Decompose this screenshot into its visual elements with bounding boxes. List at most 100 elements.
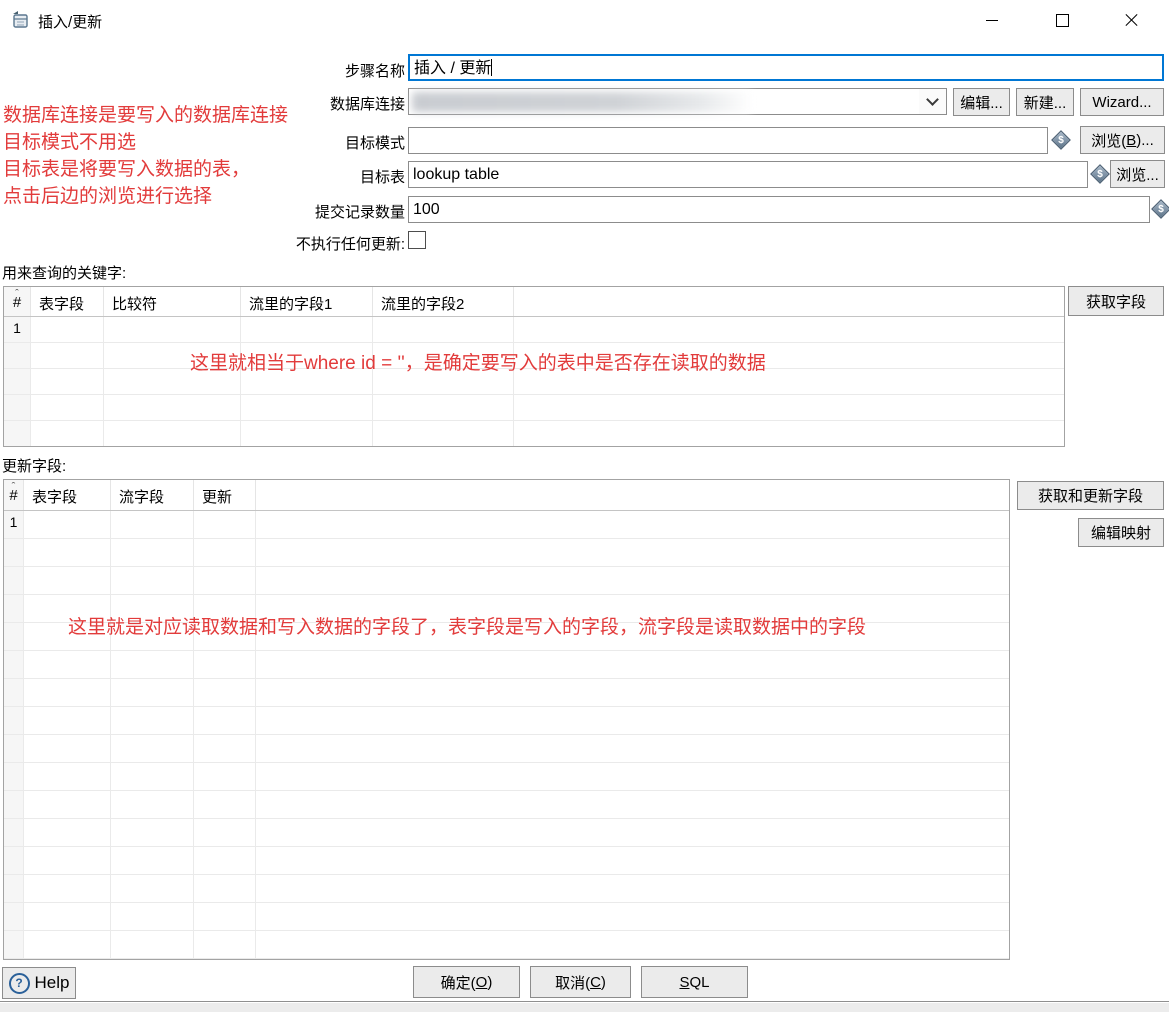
table-cell[interactable] (111, 567, 194, 594)
table-cell[interactable] (24, 679, 111, 706)
table-cell[interactable] (111, 539, 194, 566)
table-cell[interactable] (24, 539, 111, 566)
target-schema-input[interactable] (408, 127, 1048, 154)
table-row[interactable] (4, 707, 1009, 735)
table-row[interactable] (4, 735, 1009, 763)
connection-select[interactable] (408, 88, 947, 115)
table-row[interactable] (4, 651, 1009, 679)
table-cell[interactable] (24, 931, 111, 958)
help-button[interactable]: ? Help (2, 967, 76, 999)
table-cell[interactable] (111, 791, 194, 818)
table-row[interactable] (4, 395, 1064, 421)
table-row[interactable] (4, 847, 1009, 875)
target-table-input[interactable]: lookup table (408, 161, 1088, 188)
table-cell[interactable] (111, 511, 194, 538)
table-cell[interactable] (31, 421, 104, 446)
edit-connection-button[interactable]: 编辑... (953, 88, 1010, 116)
table-cell[interactable] (241, 317, 373, 342)
column-header[interactable]: 流里的字段2 (373, 287, 514, 316)
column-header[interactable]: 流里的字段1 (241, 287, 373, 316)
column-header[interactable]: 比较符 (104, 287, 241, 316)
table-cell[interactable] (31, 343, 104, 368)
dropdown-arrow-button[interactable] (919, 89, 946, 114)
table-cell[interactable] (373, 421, 514, 446)
table-row[interactable] (4, 567, 1009, 595)
table-cell[interactable] (24, 903, 111, 930)
table-cell[interactable] (24, 511, 111, 538)
table-cell[interactable] (111, 875, 194, 902)
table-cell[interactable] (194, 931, 256, 958)
table-cell[interactable] (194, 679, 256, 706)
table-cell[interactable] (194, 847, 256, 874)
table-cell[interactable] (194, 791, 256, 818)
table-cell[interactable] (31, 369, 104, 394)
skip-updates-checkbox[interactable] (408, 231, 426, 249)
table-cell[interactable] (194, 651, 256, 678)
table-cell[interactable] (194, 763, 256, 790)
table-cell[interactable] (111, 651, 194, 678)
table-cell[interactable] (24, 819, 111, 846)
column-header[interactable]: # (4, 480, 24, 510)
commit-size-input[interactable]: 100 (408, 196, 1150, 223)
cancel-button[interactable]: 取消(C) (530, 966, 631, 998)
table-cell[interactable] (241, 421, 373, 446)
table-row[interactable] (4, 791, 1009, 819)
table-cell[interactable] (373, 395, 514, 420)
table-row[interactable] (4, 539, 1009, 567)
get-fields-button[interactable]: 获取字段 (1068, 286, 1164, 316)
table-row[interactable] (4, 763, 1009, 791)
ok-button[interactable]: 确定(O) (413, 966, 520, 998)
table-cell[interactable] (24, 763, 111, 790)
table-row[interactable] (4, 875, 1009, 903)
table-cell[interactable] (194, 875, 256, 902)
minimize-button[interactable] (969, 0, 1015, 40)
table-cell[interactable] (111, 735, 194, 762)
table-cell[interactable] (24, 791, 111, 818)
table-cell[interactable] (24, 847, 111, 874)
table-cell[interactable] (111, 903, 194, 930)
table-cell[interactable] (373, 317, 514, 342)
table-cell[interactable] (104, 421, 241, 446)
new-connection-button[interactable]: 新建... (1016, 88, 1074, 116)
table-cell[interactable] (194, 567, 256, 594)
table-cell[interactable] (111, 707, 194, 734)
close-button[interactable] (1109, 0, 1155, 40)
table-row[interactable] (4, 679, 1009, 707)
table-cell[interactable] (111, 931, 194, 958)
table-row[interactable]: 1 (4, 511, 1009, 539)
column-header[interactable]: # (4, 287, 31, 316)
table-cell[interactable] (24, 567, 111, 594)
table-cell[interactable] (111, 847, 194, 874)
table-cell[interactable] (24, 651, 111, 678)
edit-mapping-button[interactable]: 编辑映射 (1078, 518, 1164, 547)
table-row[interactable]: 1 (4, 317, 1064, 343)
browse-table-button[interactable]: 浏览... (1110, 160, 1165, 188)
table-cell[interactable] (194, 903, 256, 930)
table-cell[interactable] (31, 395, 104, 420)
browse-schema-button[interactable]: 浏览(B)... (1080, 126, 1165, 154)
table-cell[interactable] (111, 679, 194, 706)
table-cell[interactable] (194, 819, 256, 846)
table-cell[interactable] (104, 395, 241, 420)
column-header[interactable]: 表字段 (31, 287, 104, 316)
table-row[interactable] (4, 931, 1009, 959)
table-cell[interactable] (111, 819, 194, 846)
column-header[interactable]: 更新 (194, 480, 256, 510)
get-update-fields-button[interactable]: 获取和更新字段 (1017, 481, 1164, 510)
table-row[interactable] (4, 421, 1064, 446)
update-table[interactable]: #表字段流字段更新1 (3, 479, 1010, 960)
maximize-button[interactable] (1039, 0, 1085, 40)
table-cell[interactable] (24, 735, 111, 762)
table-row[interactable] (4, 819, 1009, 847)
sql-button[interactable]: S QL (641, 966, 748, 998)
column-header[interactable]: 流字段 (111, 480, 194, 510)
table-cell[interactable] (194, 511, 256, 538)
table-cell[interactable] (24, 707, 111, 734)
table-cell[interactable] (241, 395, 373, 420)
table-row[interactable] (4, 903, 1009, 931)
wizard-button[interactable]: Wizard... (1080, 88, 1164, 116)
table-cell[interactable] (194, 539, 256, 566)
table-cell[interactable] (24, 875, 111, 902)
table-cell[interactable] (194, 735, 256, 762)
step-name-input[interactable]: 插入 / 更新 (408, 54, 1164, 81)
